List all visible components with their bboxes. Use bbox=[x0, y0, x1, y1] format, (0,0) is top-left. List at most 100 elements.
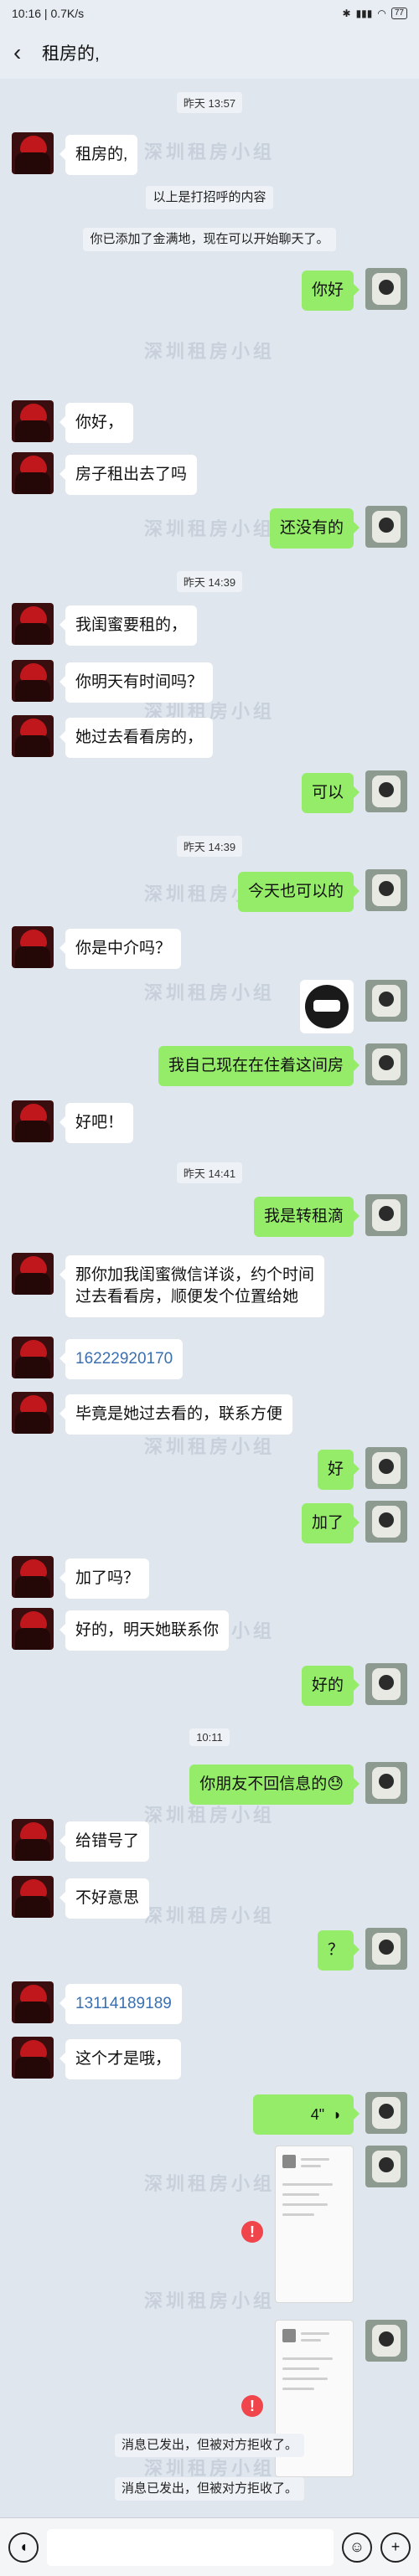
message-row-received: 那你加我闺蜜微信详谈，约个时间 过去看看房，顺便发个位置给她 bbox=[0, 1253, 419, 1333]
message-bubble[interactable]: 她过去看看房的， bbox=[59, 718, 214, 758]
back-arrow-icon[interactable]: ‹ bbox=[13, 39, 42, 66]
contact-avatar[interactable] bbox=[12, 452, 54, 494]
message-bubble[interactable]: 毕竟是她过去看的，联系方便 bbox=[59, 1394, 293, 1435]
message-bubble[interactable]: 好的 bbox=[301, 1666, 360, 1706]
user-avatar[interactable] bbox=[365, 869, 407, 911]
message-bubble[interactable]: 你朋友不回信息的😓 bbox=[189, 1765, 360, 1805]
user-avatar[interactable] bbox=[365, 1762, 407, 1804]
message-row-sent-image: ! bbox=[0, 2320, 419, 2487]
timestamp: 昨天 14:39 bbox=[0, 571, 419, 592]
user-avatar[interactable] bbox=[365, 2320, 407, 2362]
message-row-sent: 今天也可以的 bbox=[0, 869, 419, 914]
message-line: 过去看看房，顺便发个位置给她 bbox=[75, 1288, 299, 1306]
message-row-sent: 好 bbox=[0, 1447, 419, 1492]
phone-number-link[interactable]: 16222920170 bbox=[59, 1339, 184, 1379]
voice-input-icon[interactable]: ◖ bbox=[8, 2532, 39, 2563]
voice-duration: 4" bbox=[310, 2105, 325, 2123]
message-row-received: 16222920170 bbox=[0, 1337, 419, 1382]
profile-thumbnail-icon bbox=[282, 2329, 296, 2342]
message-bubble[interactable]: 不好意思 bbox=[59, 1878, 150, 1919]
message-bubble[interactable]: 租房的, bbox=[59, 135, 138, 175]
user-avatar[interactable] bbox=[365, 506, 407, 548]
user-avatar[interactable] bbox=[365, 1447, 407, 1489]
contact-avatar[interactable] bbox=[12, 400, 54, 442]
message-bubble[interactable]: 今天也可以的 bbox=[237, 872, 360, 912]
profile-thumbnail-icon bbox=[282, 2155, 296, 2168]
message-bubble[interactable]: 给错号了 bbox=[59, 1821, 150, 1862]
contact-avatar[interactable] bbox=[12, 1981, 54, 2023]
contact-avatar[interactable] bbox=[12, 660, 54, 702]
user-avatar[interactable] bbox=[365, 1663, 407, 1705]
message-bubble[interactable]: 我是转租滴 bbox=[253, 1197, 360, 1237]
user-avatar[interactable] bbox=[365, 1043, 407, 1085]
phone-number-link[interactable]: 13114189189 bbox=[59, 1984, 182, 2024]
contact-avatar[interactable] bbox=[12, 1608, 54, 1650]
message-row-received: 她过去看看房的， bbox=[0, 715, 419, 760]
message-bubble[interactable]: 可以 bbox=[301, 773, 360, 813]
contact-avatar[interactable] bbox=[12, 715, 54, 757]
timestamp: 昨天 14:41 bbox=[0, 1162, 419, 1183]
message-bubble[interactable]: 还没有的 bbox=[269, 508, 360, 549]
emoji-icon[interactable]: ☺ bbox=[342, 2532, 372, 2563]
user-avatar[interactable] bbox=[365, 980, 407, 1022]
message-bubble[interactable]: 房子租出去了吗 bbox=[59, 455, 198, 495]
message-bubble[interactable]: ？ bbox=[317, 1930, 360, 1971]
message-input[interactable] bbox=[47, 2528, 334, 2566]
contact-avatar[interactable] bbox=[12, 1556, 54, 1598]
user-avatar[interactable] bbox=[365, 770, 407, 812]
message-row-sent: 还没有的 bbox=[0, 506, 419, 551]
message-bubble[interactable]: 好 bbox=[317, 1450, 360, 1490]
message-row-received: 好的，明天她联系你 bbox=[0, 1608, 419, 1653]
message-bubble[interactable]: 你好， bbox=[59, 403, 134, 443]
message-row-sent: 你好 bbox=[0, 268, 419, 313]
message-bubble[interactable]: 你好 bbox=[301, 270, 360, 311]
screenshot-image[interactable] bbox=[275, 2146, 354, 2303]
message-row-sent: 你朋友不回信息的😓 bbox=[0, 1762, 419, 1807]
user-avatar[interactable] bbox=[365, 2092, 407, 2134]
chat-area[interactable]: 深圳租房小组 深圳租房小组 深圳租房小组 深圳租房小组 深圳租房小组 深圳租房小… bbox=[0, 79, 419, 2517]
user-avatar[interactable] bbox=[365, 268, 407, 310]
watermark: 深圳租房小组 bbox=[143, 341, 275, 362]
sticker-image[interactable] bbox=[300, 980, 354, 1033]
contact-avatar[interactable] bbox=[12, 603, 54, 645]
message-row-sent: 好的 bbox=[0, 1663, 419, 1708]
message-bubble[interactable]: 加了吗？ bbox=[59, 1558, 150, 1599]
message-bubble[interactable]: 我闺蜜要租的， bbox=[59, 605, 198, 646]
status-time: 10:16 | 0.7K/s bbox=[12, 7, 85, 20]
contact-avatar[interactable] bbox=[12, 1876, 54, 1918]
contact-avatar[interactable] bbox=[12, 1253, 54, 1295]
contact-avatar[interactable] bbox=[12, 1337, 54, 1378]
contact-avatar[interactable] bbox=[12, 926, 54, 968]
contact-avatar[interactable] bbox=[12, 1100, 54, 1142]
voice-message[interactable]: 4" ◗ bbox=[253, 2094, 360, 2135]
contact-avatar[interactable] bbox=[12, 2037, 54, 2079]
user-avatar[interactable] bbox=[365, 2146, 407, 2187]
message-bubble[interactable]: 我自己现在在住着这间房 bbox=[158, 1046, 360, 1086]
signal-icon: ▮▮▮ bbox=[355, 8, 373, 19]
message-bubble[interactable]: 这个才是哦， bbox=[59, 2039, 182, 2079]
send-failed-icon[interactable]: ! bbox=[241, 2221, 263, 2243]
message-row-received: 租房的, bbox=[0, 132, 419, 178]
message-bubble[interactable]: 你明天有时间吗？ bbox=[59, 662, 214, 703]
message-row-received: 给错号了 bbox=[0, 1819, 419, 1864]
message-bubble[interactable]: 好吧！ bbox=[59, 1103, 134, 1143]
system-notice: 你已添加了金满地，现在可以开始聊天了。 bbox=[0, 228, 419, 251]
system-notice: 消息已发出，但被对方拒收了。 bbox=[0, 2477, 419, 2501]
contact-avatar[interactable] bbox=[12, 1819, 54, 1861]
message-bubble[interactable]: 加了 bbox=[301, 1503, 360, 1543]
user-avatar[interactable] bbox=[365, 1928, 407, 1970]
contact-avatar[interactable] bbox=[12, 132, 54, 174]
message-bubble[interactable]: 好的，明天她联系你 bbox=[59, 1610, 230, 1651]
send-failed-icon[interactable]: ! bbox=[241, 2395, 263, 2417]
message-row-received: 不好意思 bbox=[0, 1876, 419, 1921]
message-row-sent: ？ bbox=[0, 1928, 419, 1973]
message-bubble[interactable]: 你是中介吗？ bbox=[59, 929, 182, 969]
timestamp: 昨天 14:39 bbox=[0, 836, 419, 857]
message-bubble[interactable]: 那你加我闺蜜微信详谈，约个时间 过去看看房，顺便发个位置给她 bbox=[59, 1255, 325, 1317]
add-icon[interactable]: + bbox=[380, 2532, 411, 2563]
message-row-received: 13114189189 bbox=[0, 1981, 419, 2027]
meme-face-icon bbox=[305, 985, 349, 1028]
user-avatar[interactable] bbox=[365, 1501, 407, 1543]
contact-avatar[interactable] bbox=[12, 1392, 54, 1434]
user-avatar[interactable] bbox=[365, 1194, 407, 1236]
